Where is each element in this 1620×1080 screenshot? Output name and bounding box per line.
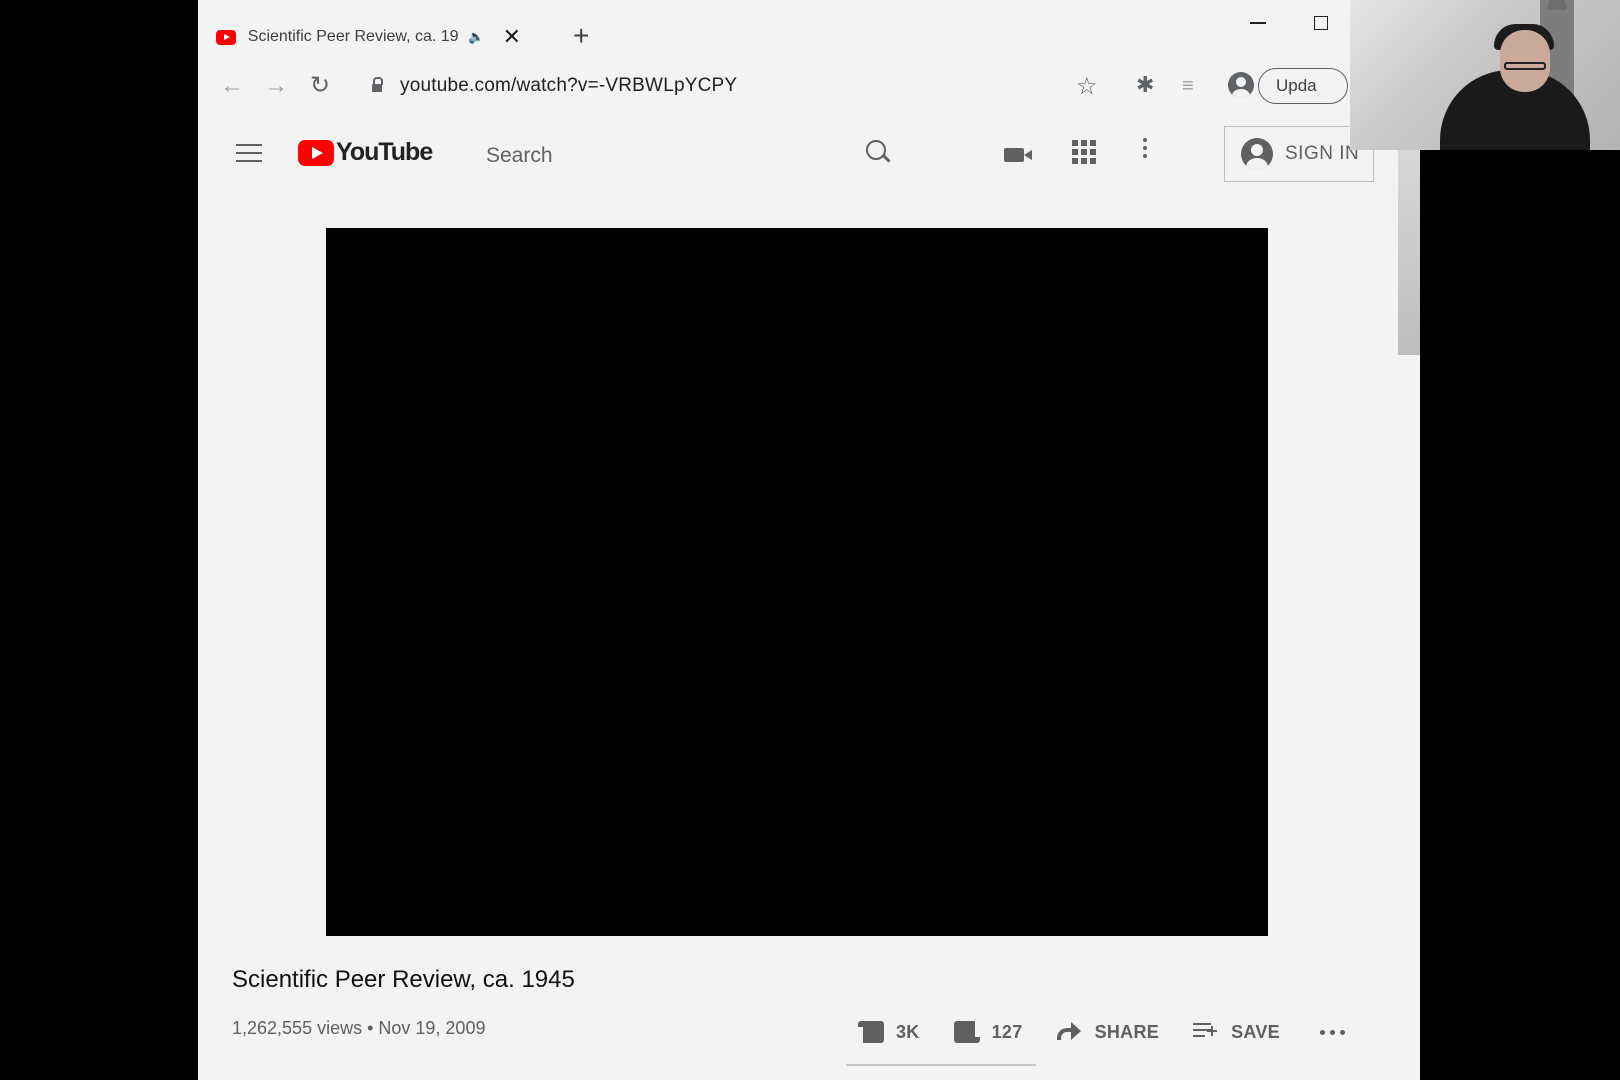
apps-grid-icon[interactable] xyxy=(1072,140,1096,164)
search-input[interactable] xyxy=(476,136,866,176)
youtube-play-icon xyxy=(298,139,334,166)
back-arrow-icon[interactable]: ← xyxy=(220,74,244,98)
sign-in-label: SIGN IN xyxy=(1285,143,1360,164)
like-count: 3K xyxy=(896,1021,920,1042)
youtube-header: YouTube SIGN IN xyxy=(198,120,1420,194)
address-bar-url[interactable]: youtube.com/watch?v=-VRBWLpYCPY xyxy=(400,75,737,97)
speaker-icon[interactable]: 🔈 xyxy=(468,29,484,45)
search-box xyxy=(476,136,866,176)
share-label: SHARE xyxy=(1094,1021,1160,1042)
browser-window: Scientific Peer Review, ca. 19 🔈 ✕ + ← →… xyxy=(198,0,1420,1080)
scrollbar-track[interactable] xyxy=(1398,150,1420,355)
browser-tab[interactable]: Scientific Peer Review, ca. 19 🔈 ✕ xyxy=(216,14,521,60)
youtube-favicon-icon xyxy=(216,29,236,45)
thumbs-up-icon xyxy=(858,1021,884,1043)
media-control-icon[interactable]: ≡ xyxy=(1182,75,1194,98)
webcam-person-head xyxy=(1500,30,1550,92)
update-button[interactable]: Upda xyxy=(1258,68,1348,104)
webcam-person-glasses xyxy=(1504,62,1546,70)
lock-icon[interactable] xyxy=(372,77,383,92)
add-to-playlist-icon xyxy=(1193,1023,1218,1041)
tab-title: Scientific Peer Review, ca. 19 xyxy=(247,28,459,45)
profile-icon[interactable] xyxy=(1228,72,1254,98)
address-bar-row: ← → ↻ youtube.com/watch?v=-VRBWLpYCPY ☆ … xyxy=(198,68,1420,120)
youtube-logo-text: YouTube xyxy=(336,138,433,166)
search-icon[interactable] xyxy=(866,140,886,160)
video-player[interactable] xyxy=(326,228,1268,936)
video-views-date: 1,262,555 views • Nov 19, 2009 xyxy=(232,1018,486,1038)
share-arrow-icon xyxy=(1056,1022,1081,1042)
create-video-icon[interactable] xyxy=(1004,148,1032,162)
forward-arrow-icon[interactable]: → xyxy=(264,74,288,98)
dislike-button[interactable]: 127 xyxy=(953,1021,1023,1043)
maximize-icon[interactable] xyxy=(1314,16,1328,30)
minimize-icon[interactable] xyxy=(1250,22,1266,24)
reload-icon[interactable]: ↻ xyxy=(310,74,330,98)
new-tab-button[interactable]: + xyxy=(573,22,589,50)
dislike-count: 127 xyxy=(991,1021,1023,1042)
video-actions: 3K 127 SHARE SAVE xyxy=(858,1012,1345,1052)
share-button[interactable]: SHARE xyxy=(1056,1021,1160,1043)
hamburger-menu-icon[interactable] xyxy=(236,144,262,162)
webcam-overlay xyxy=(1350,0,1620,150)
tab-strip: Scientific Peer Review, ca. 19 🔈 ✕ + xyxy=(198,0,1420,68)
bookmark-star-icon[interactable]: ☆ xyxy=(1076,72,1098,101)
youtube-logo[interactable]: YouTube xyxy=(298,138,433,167)
like-button[interactable]: 3K xyxy=(858,1021,920,1043)
extensions-puzzle-icon[interactable]: ✱ xyxy=(1136,72,1154,98)
thumbs-down-icon xyxy=(953,1021,980,1043)
like-ratio-bar xyxy=(846,1064,1036,1066)
tab-close-icon[interactable]: ✕ xyxy=(503,26,521,48)
save-button[interactable]: SAVE xyxy=(1193,1022,1280,1043)
account-avatar-icon xyxy=(1241,138,1273,170)
more-vertical-icon[interactable] xyxy=(1143,138,1147,162)
video-title: Scientific Peer Review, ca. 1945 xyxy=(232,966,575,993)
more-horizontal-icon[interactable] xyxy=(1319,1029,1345,1035)
save-label: SAVE xyxy=(1231,1021,1280,1042)
